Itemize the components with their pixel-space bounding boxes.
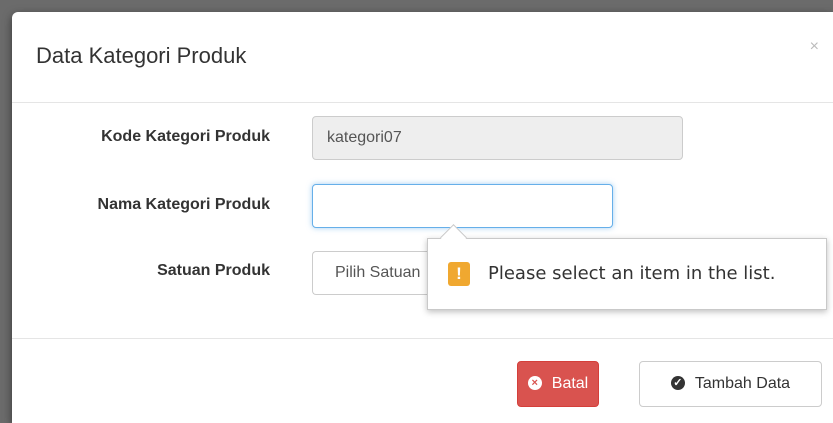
satuan-label: Satuan Produk — [157, 262, 270, 279]
nama-label: Nama Kategori Produk — [97, 196, 270, 213]
nama-kategori-input[interactable] — [312, 184, 613, 228]
times-circle-icon: × — [527, 376, 542, 390]
tambah-data-label: Tambah Data — [694, 375, 791, 392]
validation-message: Please select an item in the list. — [488, 263, 776, 284]
close-icon[interactable]: × — [810, 38, 819, 56]
modal-footer-divider — [12, 338, 833, 339]
modal-dialog: Data Kategori Produk × Kode Kategori Pro… — [12, 12, 833, 423]
modal-title: Data Kategori Produk — [36, 43, 247, 68]
tooltip-arrow — [440, 224, 467, 251]
kode-kategori-input — [312, 116, 683, 160]
batal-label: Batal — [551, 375, 589, 392]
check-circle-icon: ✓ — [670, 376, 685, 390]
kode-label: Kode Kategori Produk — [101, 128, 270, 145]
validation-tooltip: ! Please select an item in the list. — [427, 224, 827, 310]
warning-icon: ! — [448, 262, 470, 286]
modal-header: Data Kategori Produk × — [12, 12, 833, 103]
batal-button[interactable]: × Batal — [517, 361, 599, 407]
tambah-data-button[interactable]: ✓ Tambah Data — [639, 361, 822, 407]
satuan-select[interactable]: Pilih Satuan — [312, 251, 432, 295]
